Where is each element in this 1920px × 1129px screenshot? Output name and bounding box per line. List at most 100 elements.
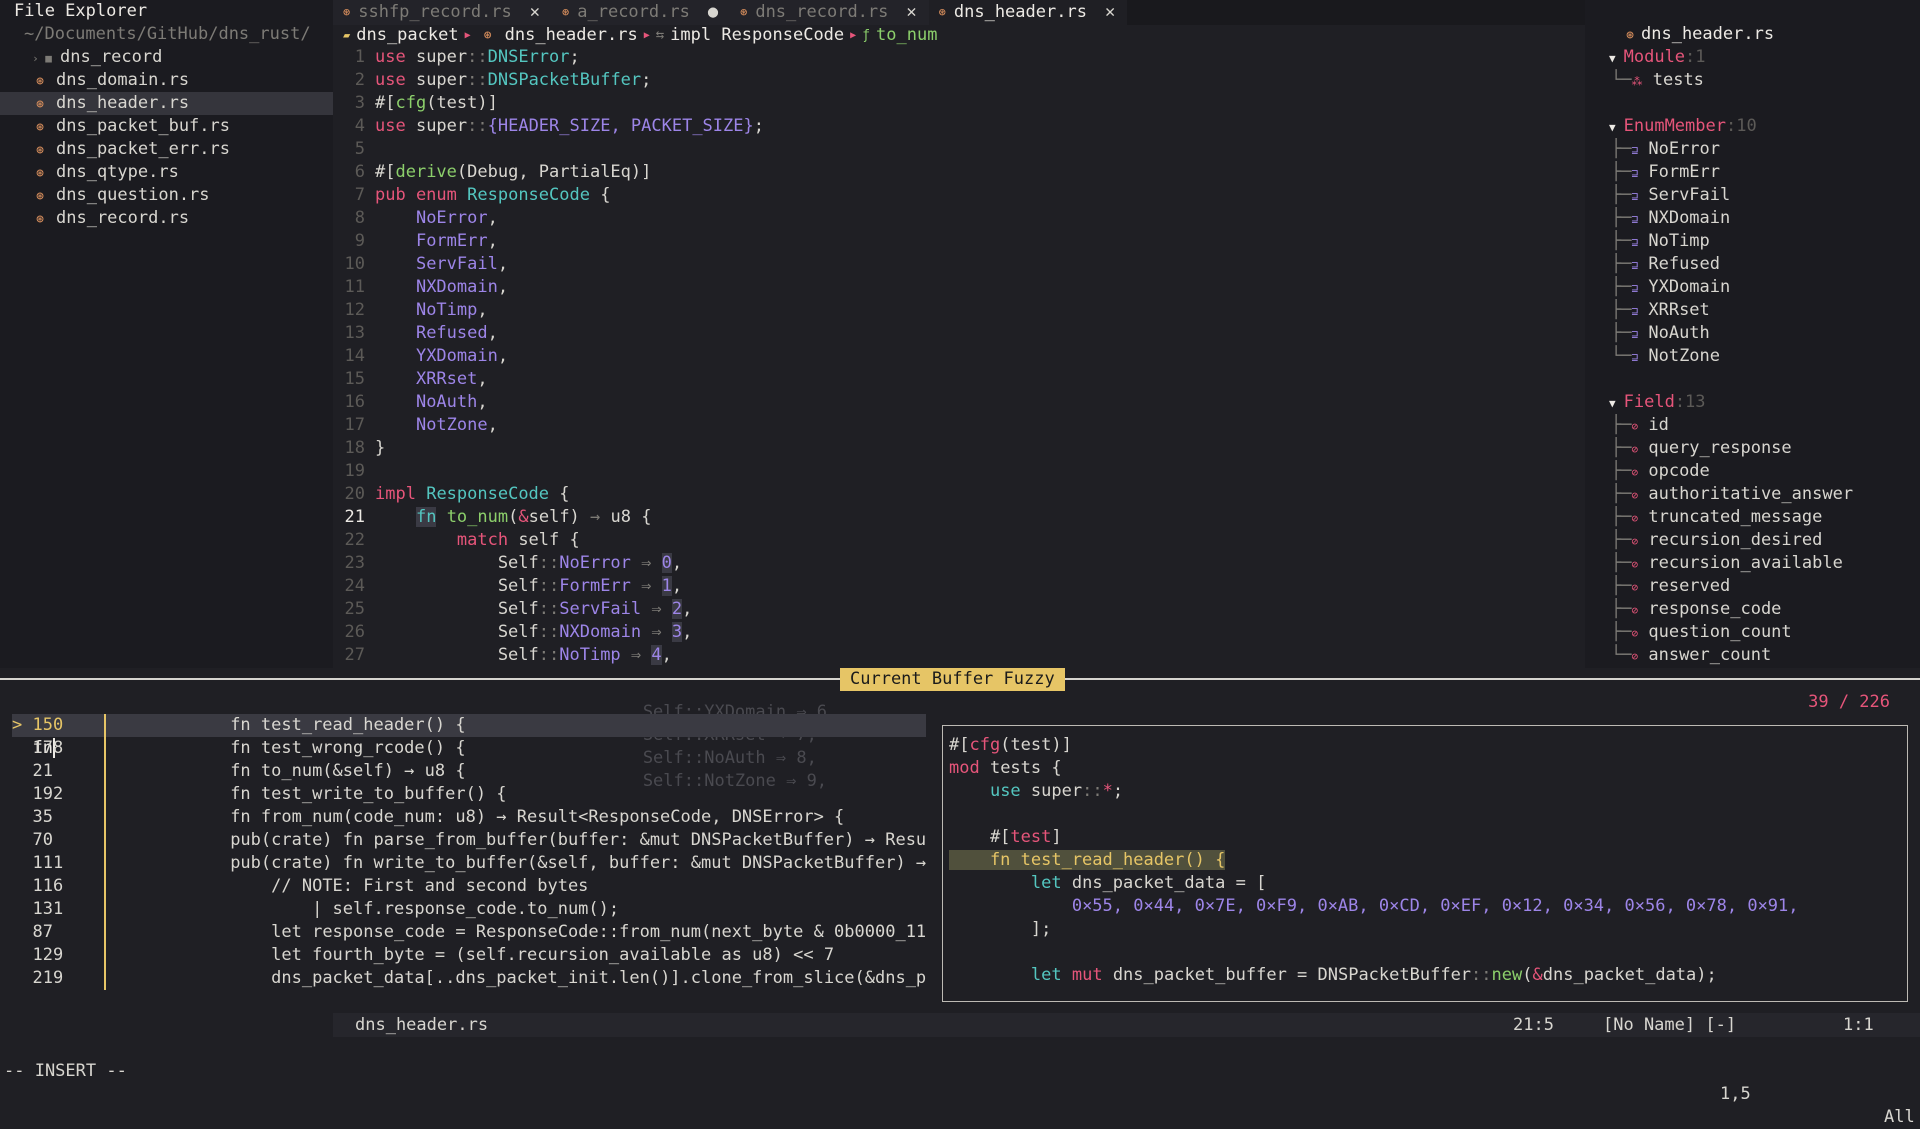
result-count: 39 / 226 (1808, 692, 1890, 712)
outline-item[interactable]: ├─⊒ ServFail (1585, 184, 1920, 207)
outline-item[interactable]: └─⊒ NotZone (1585, 345, 1920, 368)
crumb-1[interactable]: dns_header.rs (505, 25, 638, 45)
picker-prompt[interactable]: › fn (12, 691, 912, 758)
tab-dns_record-rs[interactable]: ⊛ dns_record.rs ✕ (730, 0, 929, 25)
outline-item[interactable]: ├─⊒ XRRset (1585, 299, 1920, 322)
explorer-item-label: dns_domain.rs (56, 70, 190, 90)
outline-item[interactable]: ├─⊒ Refused (1585, 253, 1920, 276)
outline-item[interactable]: ├─⊘ authoritative_answer (1585, 483, 1920, 506)
result-row[interactable]: 87 let response_code = ResponseCode::fro… (12, 921, 926, 944)
folder-icon: › ■ (32, 52, 52, 65)
tree-line: ├─ (1611, 530, 1632, 550)
rust-file-icon: ⊛ (36, 74, 44, 89)
tree-line: ├─ (1611, 254, 1632, 274)
result-indent-guide (104, 898, 230, 921)
close-icon[interactable]: ✕ (530, 0, 540, 25)
enum-member-icon: ⊒ (1631, 190, 1639, 203)
tree-line: └─ (1611, 346, 1632, 366)
result-list[interactable]: > 150 fn test_read_header() { 178 fn test_… (12, 714, 926, 990)
modified-dot-icon[interactable]: ● (708, 0, 718, 25)
outline-item[interactable]: ├─⊒ YXDomain (1585, 276, 1920, 299)
result-row[interactable]: 219 dns_packet_data[..dns_packet_init.le… (12, 967, 926, 990)
result-indent-guide (104, 737, 230, 760)
outline-item[interactable]: ├─⊘ recursion_available (1585, 552, 1920, 575)
crumb-2[interactable]: impl ResponseCode (670, 25, 844, 45)
outline-item[interactable]: ├─⊘ query_response (1585, 437, 1920, 460)
tree-line: ├─ (1611, 277, 1632, 297)
result-row[interactable]: 116 // NOTE: First and second bytes (12, 875, 926, 898)
tree-line: ├─ (1611, 599, 1632, 619)
explorer-item[interactable]: ⊛ dns_packet_err.rs (0, 138, 333, 161)
explorer-item[interactable]: › ■ dns_record (0, 46, 333, 69)
tree-line: ├─ (1611, 484, 1632, 504)
outline-item[interactable]: ├─⊘ id (1585, 414, 1920, 437)
outline-item[interactable]: ├─⊘ reserved (1585, 575, 1920, 598)
result-indent-guide (104, 760, 230, 783)
result-indent-guide (104, 783, 230, 806)
enum-member-icon: ⊒ (1631, 213, 1639, 226)
outline-item[interactable]: └─⁂ tests (1585, 69, 1920, 92)
tree-line: ├─ (1611, 185, 1632, 205)
result-row[interactable]: 129 let fourth_byte = (self.recursion_av… (12, 944, 926, 967)
result-row[interactable]: 178 fn test_wrong_rcode() { (12, 737, 926, 760)
explorer-item[interactable]: ⊛ dns_record.rs (0, 207, 333, 230)
function-icon: ƒ (862, 27, 871, 43)
result-row[interactable]: 192 fn test_write_to_buffer() { (12, 783, 926, 806)
outline-item[interactable]: ├─⊘ opcode (1585, 460, 1920, 483)
result-line-number: 178 (32, 738, 64, 758)
outline-group-field[interactable]: ▼ Field:13 (1585, 391, 1920, 414)
tree-line: ├─ (1611, 507, 1632, 527)
explorer-item[interactable]: ⊛ dns_header.rs (0, 92, 333, 115)
explorer-item[interactable]: ⊛ dns_domain.rs (0, 69, 333, 92)
result-row[interactable]: 35 fn from_num(code_num: u8) → Result<Res… (12, 806, 926, 829)
tab-sshfp_record-rs[interactable]: ⊛ sshfp_record.rs ✕ (333, 0, 553, 25)
rust-file-icon: ⊛ (343, 5, 351, 19)
outline-item-label: NXDomain (1648, 208, 1731, 228)
result-row[interactable]: > 150 fn test_read_header() { (12, 714, 926, 737)
outline-item[interactable]: ├─⊒ NoTimp (1585, 230, 1920, 253)
outline-item[interactable]: ├─⊘ truncated_message (1585, 506, 1920, 529)
close-icon[interactable]: ✕ (906, 0, 916, 25)
rust-file-icon: ⊛ (740, 5, 748, 19)
tree-line: └─ (1611, 645, 1632, 665)
crumb-0[interactable]: dns_packet (356, 25, 458, 45)
explorer-item[interactable]: ⊛ dns_question.rs (0, 184, 333, 207)
tab-label: a_record.rs (577, 2, 690, 22)
tab-a_record-rs[interactable]: ⊛ a_record.rs ● (552, 0, 731, 25)
outline-item[interactable]: ├─⊘ recursion_desired (1585, 529, 1920, 552)
code-editor[interactable]: 1 use super::DNSError; 2 use super::DNSPac… (333, 46, 1585, 668)
result-row[interactable]: 21 fn to_num(&self) → u8 { (12, 760, 926, 783)
result-row[interactable]: 111 pub(crate) fn write_to_buffer(&self, … (12, 852, 926, 875)
outline-item-label: Refused (1648, 254, 1721, 274)
outline-item[interactable]: ├─⊒ NoError (1585, 138, 1920, 161)
outline-item[interactable]: └─⊘ answer_count (1585, 644, 1920, 667)
result-line-number: > 150 (12, 715, 64, 735)
result-line-number: 111 (32, 853, 64, 873)
result-row[interactable]: 70 pub(crate) fn parse_from_buffer(buffer… (12, 829, 926, 852)
result-line-number: 192 (32, 784, 64, 804)
outline-group-module[interactable]: ▼ Module:1 (1585, 46, 1920, 69)
rust-file-icon: ⊛ (36, 97, 44, 112)
outline-item[interactable]: ├─⊒ FormErr (1585, 161, 1920, 184)
outline-item-label: XRRset (1648, 300, 1710, 320)
picker-title: Current Buffer Fuzzy (840, 668, 1065, 691)
close-icon[interactable]: ✕ (1105, 0, 1115, 25)
outline-item[interactable]: ├─⊒ NXDomain (1585, 207, 1920, 230)
outline-group-enum[interactable]: ▼ EnumMember:10 (1585, 115, 1920, 138)
result-text: pub(crate) fn parse_from_buffer(buffer: … (230, 830, 926, 850)
explorer-item[interactable]: ⊛ dns_qtype.rs (0, 161, 333, 184)
result-row[interactable]: 131 | self.response_code.to_num(); (12, 898, 926, 921)
explorer-item-label: dns_record (60, 47, 163, 67)
explorer-item[interactable]: ⊛ dns_packet_buf.rs (0, 115, 333, 138)
outline-item-label: NoTimp (1648, 231, 1710, 251)
outline-item[interactable]: ├─⊘ question_count (1585, 621, 1920, 644)
enum-member-icon: ⊒ (1631, 167, 1639, 180)
outline-item[interactable]: ├─⊘ response_code (1585, 598, 1920, 621)
result-text: fn test_wrong_rcode() { (230, 738, 466, 758)
outline-item-label: YXDomain (1648, 277, 1731, 297)
outline-item[interactable]: ├─⊒ NoAuth (1585, 322, 1920, 345)
tab-dns_header-rs[interactable]: ⊛ dns_header.rs ✕ (928, 0, 1128, 25)
crumb-3[interactable]: to_num (876, 25, 937, 45)
field-icon: ⊘ (1631, 535, 1639, 548)
caret-down-icon: ▼ (1609, 52, 1616, 65)
